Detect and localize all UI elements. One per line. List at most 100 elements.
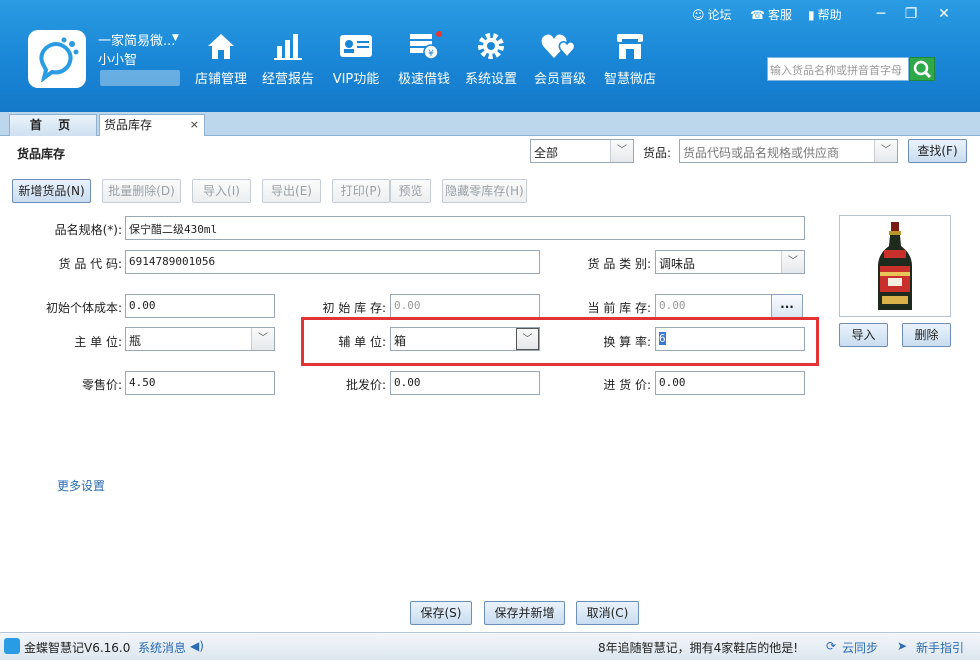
user-name: 小小智 bbox=[98, 53, 138, 68]
chevron-down-icon: ﹀ bbox=[874, 140, 897, 162]
nav-member-upgrade[interactable]: 会员晋级 bbox=[525, 30, 595, 87]
tab-bar: 首 页 货品库存 × bbox=[0, 112, 980, 136]
book-icon: ▮ bbox=[808, 8, 815, 22]
beginner-guide-link[interactable]: 新手指引 bbox=[916, 639, 964, 656]
blurred-account-info bbox=[100, 70, 180, 86]
minimize-button[interactable]: ─ bbox=[869, 4, 893, 24]
retail-price-input[interactable]: 4.50 bbox=[125, 371, 275, 395]
hearts-icon bbox=[541, 34, 576, 59]
export-button[interactable]: 导出(E) bbox=[262, 179, 321, 203]
bar-chart-icon bbox=[274, 34, 302, 60]
svg-text:¥: ¥ bbox=[428, 49, 434, 59]
shop-name[interactable]: 一家简易微... bbox=[98, 30, 175, 49]
speaker-icon: ◀) bbox=[190, 639, 204, 653]
nav-smart-shop[interactable]: 智慧微店 bbox=[595, 30, 665, 87]
goods-search-input[interactable]: 货品代码或品名规格或供应商 ﹀ bbox=[679, 139, 898, 163]
nav-system-settings[interactable]: 系统设置 bbox=[456, 30, 526, 87]
nav-label: VIP功能 bbox=[332, 72, 380, 87]
rate-input[interactable]: 6 bbox=[655, 327, 805, 351]
tab-home[interactable]: 首 页 bbox=[9, 114, 97, 136]
nav-business-report[interactable]: 经营报告 bbox=[253, 30, 323, 87]
aux-unit-select[interactable]: 箱 ﹀ bbox=[390, 327, 540, 351]
cloud-sync-link[interactable]: 云同步 bbox=[842, 639, 878, 656]
more-settings-link[interactable]: 更多设置 bbox=[57, 477, 105, 494]
chevron-down-icon: ﹀ bbox=[251, 328, 274, 350]
tab-label: 货品库存 bbox=[104, 118, 153, 132]
preview-button[interactable]: 预览 bbox=[390, 179, 431, 203]
add-goods-button[interactable]: 新增货品(N) bbox=[12, 179, 91, 203]
header-search-input[interactable]: 输入货品名称或拼音首字母 bbox=[767, 57, 909, 81]
nav-label: 会员晋级 bbox=[533, 72, 586, 87]
storefront-icon bbox=[617, 34, 643, 59]
import-button[interactable]: 导入(I) bbox=[192, 179, 251, 203]
find-button[interactable]: 查找(F) bbox=[908, 139, 967, 163]
save-button[interactable]: 保存(S) bbox=[410, 601, 472, 625]
init-stock-label: 初 始 库 存: bbox=[322, 301, 387, 315]
money-stack-icon: ¥ bbox=[410, 31, 442, 60]
purchase-price-label: 进 货 价: bbox=[603, 378, 651, 392]
chevron-down-icon: ﹀ bbox=[781, 251, 804, 273]
nav-label: 店铺管理 bbox=[194, 72, 247, 87]
wholesale-price-input[interactable]: 0.00 bbox=[390, 371, 540, 395]
init-cost-label: 初始个体成本: bbox=[45, 301, 122, 315]
version-text: 金蝶智慧记V6.16.0 bbox=[24, 641, 131, 655]
id-card-icon bbox=[340, 35, 372, 57]
app-header: 一家简易微... ▼ 小小智 店铺管理 经营报告 VIP功能 ¥ 极速借钱 系统… bbox=[0, 0, 980, 112]
rate-label: 换 算 率: bbox=[603, 335, 651, 349]
nav-label: 经营报告 bbox=[261, 72, 314, 87]
filter-select[interactable]: 全部 ﹀ bbox=[530, 139, 634, 163]
cancel-button[interactable]: 取消(C) bbox=[576, 601, 639, 625]
init-cost-input[interactable]: 0.00 bbox=[125, 294, 275, 318]
save-and-new-button[interactable]: 保存并新增 bbox=[484, 601, 565, 625]
chevron-down-icon[interactable]: ▼ bbox=[172, 33, 179, 43]
retail-price-label: 零售价: bbox=[81, 378, 122, 392]
chevron-down-icon: ﹀ bbox=[516, 328, 539, 350]
nav-store-management[interactable]: 店铺管理 bbox=[186, 30, 256, 87]
system-message-link[interactable]: 系统消息 bbox=[138, 639, 186, 656]
close-button[interactable]: ✕ bbox=[932, 4, 956, 24]
app-logo bbox=[28, 30, 86, 88]
app-small-logo-icon bbox=[4, 638, 20, 654]
category-select[interactable]: 调味品 ﹀ bbox=[655, 250, 805, 274]
forum-link[interactable]: ☺ 论坛 bbox=[692, 6, 732, 23]
promo-text[interactable]: 8年追随智慧记，拥有4家鞋店的他是! bbox=[598, 639, 798, 656]
image-import-button[interactable]: 导入 bbox=[839, 323, 888, 347]
nav-label: 系统设置 bbox=[464, 72, 517, 87]
gear-icon bbox=[478, 33, 504, 59]
guide-icon: ➤ bbox=[897, 639, 908, 653]
help-link[interactable]: ▮ 帮助 bbox=[808, 6, 842, 23]
code-input[interactable]: 6914789001056 bbox=[125, 250, 540, 274]
stock-detail-button[interactable]: ... bbox=[771, 294, 803, 318]
init-stock-input[interactable]: 0.00 bbox=[390, 294, 540, 318]
name-label: 品名规格(*): bbox=[54, 223, 122, 237]
status-bar: 金蝶智慧记V6.16.0 系统消息 ◀) 8年追随智慧记，拥有4家鞋店的他是! … bbox=[0, 632, 980, 660]
nav-label: 智慧微店 bbox=[603, 72, 656, 87]
current-stock-label: 当 前 库 存: bbox=[587, 301, 652, 315]
print-button[interactable]: 打印(P) bbox=[332, 179, 390, 203]
hide-zero-stock-button[interactable]: 隐藏零库存(H) bbox=[442, 179, 527, 203]
chevron-down-icon: ﹀ bbox=[610, 140, 633, 162]
vinegar-bottle-image bbox=[878, 222, 912, 310]
code-label: 货 品 代 码: bbox=[58, 257, 123, 271]
search-button[interactable] bbox=[909, 57, 935, 81]
nav-label: 极速借钱 bbox=[397, 72, 450, 87]
main-unit-label: 主 单 位: bbox=[74, 335, 122, 349]
purchase-price-input[interactable]: 0.00 bbox=[655, 371, 805, 395]
nav-vip[interactable]: VIP功能 bbox=[321, 30, 391, 87]
rate-value: 6 bbox=[659, 332, 666, 345]
current-stock-input: 0.00 bbox=[655, 294, 773, 318]
close-icon[interactable]: × bbox=[190, 115, 199, 135]
headset-icon: ☎ bbox=[750, 8, 765, 22]
image-delete-button[interactable]: 删除 bbox=[902, 323, 951, 347]
name-input[interactable]: 保宁醋二级430ml bbox=[125, 216, 805, 240]
page-title: 货品库存 bbox=[17, 147, 66, 161]
category-label: 货 品 类 别: bbox=[587, 257, 652, 271]
nav-fast-loan[interactable]: ¥ 极速借钱 bbox=[389, 30, 459, 87]
tab-goods-stock[interactable]: 货品库存 × bbox=[99, 114, 205, 136]
search-icon bbox=[913, 60, 932, 79]
maximize-button[interactable]: ❐ bbox=[899, 4, 923, 24]
main-unit-select[interactable]: 瓶 ﹀ bbox=[125, 327, 275, 351]
batch-delete-button[interactable]: 批量删除(D) bbox=[102, 179, 181, 203]
service-link[interactable]: ☎ 客服 bbox=[750, 6, 792, 23]
goods-label: 货品: bbox=[643, 146, 672, 160]
